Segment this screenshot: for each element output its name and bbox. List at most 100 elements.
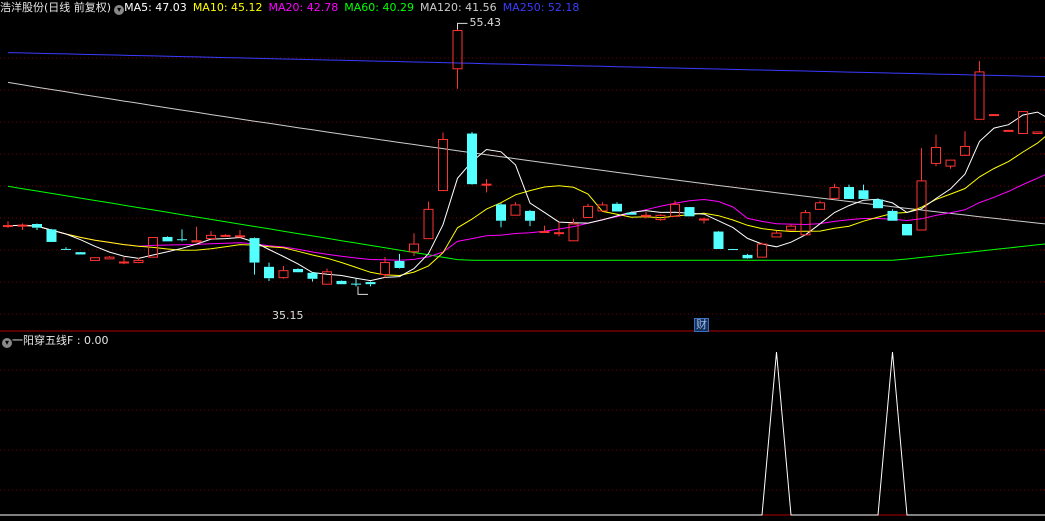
indicator-legend: MA5: 47.03 MA10: 45.12 MA20: 42.78 MA60: 40… <box>124 1 585 14</box>
candle-body <box>293 268 303 273</box>
candle <box>597 202 608 212</box>
candle-body <box>713 231 724 250</box>
candle <box>32 223 42 230</box>
candle-body <box>307 272 318 279</box>
candle <box>467 131 477 185</box>
candle <box>1003 129 1014 132</box>
candle-body <box>554 232 564 235</box>
candle-body <box>409 243 419 253</box>
candle-body <box>481 183 492 186</box>
candle <box>481 179 492 193</box>
candle-body <box>61 248 71 250</box>
candle <box>684 207 695 217</box>
candle <box>394 253 405 269</box>
indicator-label: MA60: 40.29 <box>344 1 414 14</box>
candle-body <box>829 187 840 199</box>
candle-body <box>133 259 144 264</box>
indicator-label: MA120: 41.56 <box>419 1 497 14</box>
candle-body <box>1032 131 1043 135</box>
candle <box>264 262 274 282</box>
candle <box>90 257 100 261</box>
kline-chart[interactable] <box>0 0 1045 521</box>
dropdown-icon[interactable]: ▾ <box>2 338 12 348</box>
candle <box>1032 131 1043 135</box>
candle-body <box>32 224 42 228</box>
candle <box>844 184 854 199</box>
candle-body <box>264 266 274 279</box>
candle <box>742 253 753 259</box>
candle-body <box>902 224 912 236</box>
candle <box>104 256 115 260</box>
candle <box>336 280 347 285</box>
candle-body <box>365 282 376 285</box>
candle-body <box>467 133 477 185</box>
candle-body <box>684 207 695 217</box>
candle-body <box>612 203 622 212</box>
candle-body <box>670 203 680 217</box>
candle-body <box>380 262 390 276</box>
indicator-label: MA20: 42.78 <box>268 1 339 14</box>
low-price-label: 35.15 <box>272 309 304 322</box>
candle-body <box>351 283 361 285</box>
signal-line <box>0 351 1045 516</box>
candle-body <box>162 236 173 242</box>
candle <box>61 247 71 250</box>
candle-body <box>583 205 593 218</box>
candle <box>612 202 622 212</box>
candle <box>989 114 999 117</box>
candle-body <box>539 231 550 234</box>
candle <box>771 230 782 238</box>
candle <box>278 265 289 279</box>
candle-body <box>989 114 999 117</box>
grid-lines <box>0 57 1045 516</box>
candle <box>365 281 376 287</box>
candle-body <box>887 210 898 221</box>
ma60-line <box>7 185 1045 261</box>
low-price-marker <box>357 286 368 295</box>
candle <box>931 134 941 167</box>
candle <box>815 200 825 210</box>
candle <box>17 223 28 230</box>
candle-body <box>1003 129 1014 132</box>
finance-event-marker[interactable]: 财 <box>694 318 709 332</box>
candle-body <box>3 225 13 228</box>
candle <box>902 224 912 236</box>
candle-body <box>757 243 767 258</box>
candle-body <box>278 270 289 279</box>
candle <box>220 234 231 237</box>
candle <box>641 212 651 219</box>
candle-body <box>641 214 651 217</box>
candle-body <box>423 208 434 240</box>
high-price-marker <box>457 22 468 30</box>
candle <box>713 231 724 250</box>
candle-body <box>496 204 506 221</box>
ma250-line <box>7 52 1045 78</box>
candle <box>322 268 332 285</box>
candle <box>351 278 361 287</box>
candle <box>307 272 318 282</box>
candle-body <box>931 146 941 164</box>
candle <box>423 201 434 240</box>
candle <box>960 131 970 156</box>
candle-body <box>206 234 216 240</box>
chart-header: 浩洋股份(日线 前复权) ▾ MA5: 47.03 MA10: 45.12 MA20: … <box>0 0 585 16</box>
candle <box>539 225 550 234</box>
dropdown-icon[interactable]: ▾ <box>114 5 125 15</box>
candle-body <box>945 159 956 167</box>
candle-body <box>728 249 738 251</box>
candle-body <box>75 252 86 255</box>
candle <box>945 159 956 169</box>
candle <box>133 257 144 264</box>
candle-body <box>220 234 231 237</box>
annotations <box>357 22 468 295</box>
candle-body <box>858 190 869 199</box>
candle-body <box>742 254 753 259</box>
candle-body <box>17 224 28 227</box>
candle <box>496 203 506 228</box>
candle <box>525 209 535 227</box>
candle <box>568 218 579 242</box>
indicator-lines <box>0 351 1045 516</box>
candle <box>177 229 187 242</box>
candle <box>46 228 57 242</box>
moving-average-lines <box>7 52 1045 282</box>
